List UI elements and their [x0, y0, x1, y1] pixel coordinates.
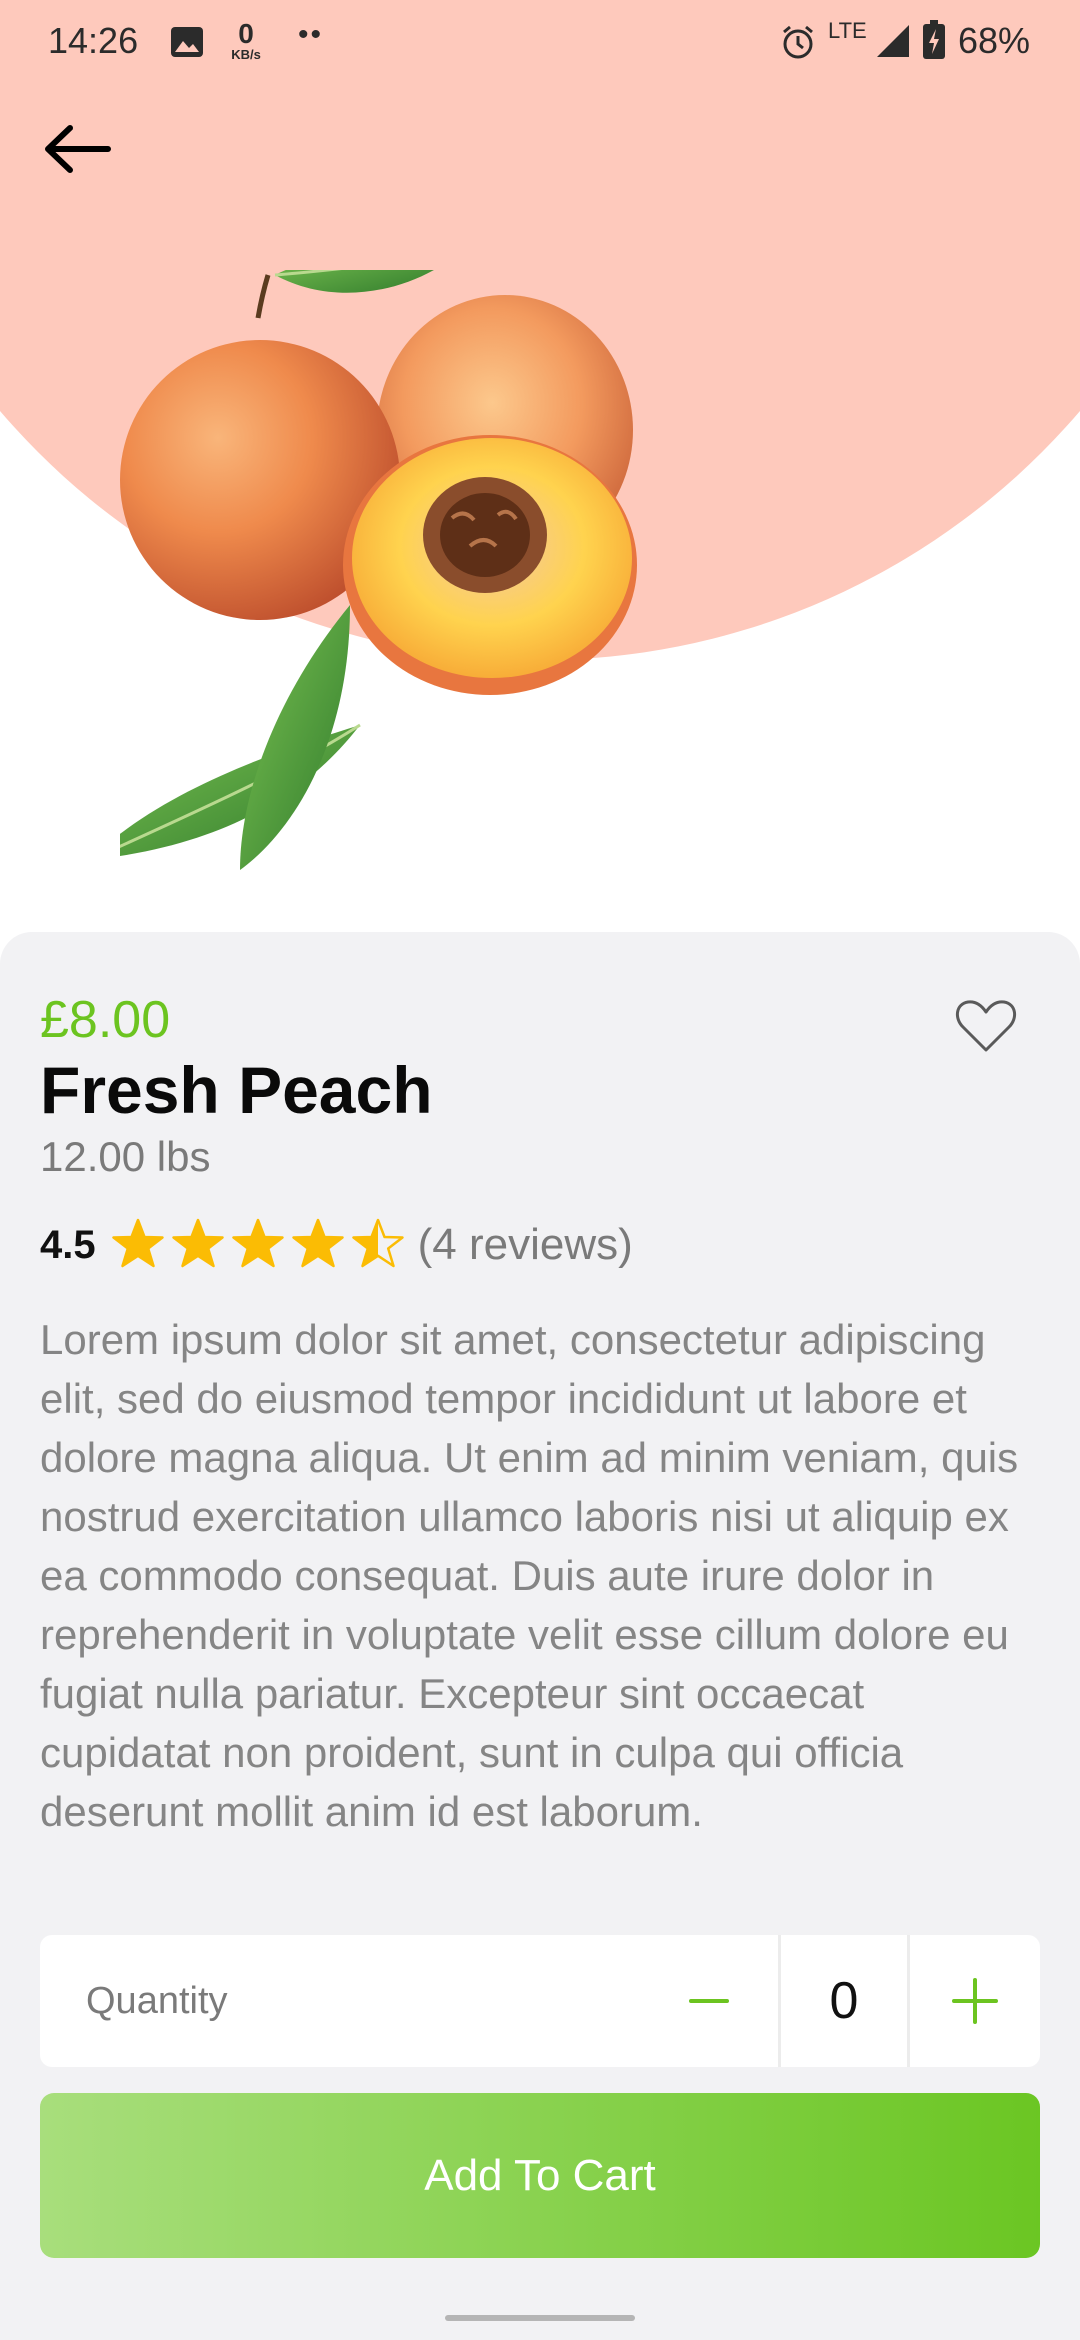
star-icon: [111, 1218, 164, 1268]
product-price: £8.00: [40, 991, 171, 1049]
back-button[interactable]: [38, 115, 118, 185]
net-speed-unit: KB/s: [231, 47, 261, 62]
product-hero: 14:26 0 KB/s •• LTE 68%: [0, 0, 1080, 935]
battery-percent: 68%: [958, 20, 1031, 61]
net-speed-value: 0: [238, 18, 254, 49]
quantity-increase-button[interactable]: [910, 1935, 1040, 2067]
rating-stars: [110, 1217, 406, 1273]
status-time: 14:26: [48, 20, 139, 61]
quantity-value[interactable]: 0: [778, 1935, 910, 2067]
product-description: Lorem ipsum dolor sit amet, consectetur …: [40, 1316, 1019, 1835]
quantity-stepper: Quantity 0: [40, 1935, 1040, 2067]
rating-row: 4.5 (4 reviews): [40, 1215, 633, 1275]
quantity-label: Quantity: [86, 1979, 228, 2022]
product-name: Fresh Peach: [40, 1053, 433, 1127]
image-icon: [171, 27, 203, 57]
alarm-icon: [783, 25, 813, 59]
star-icon: [351, 1218, 404, 1268]
star-icon: [291, 1218, 344, 1268]
minus-icon: [689, 1999, 729, 2003]
star-icon: [231, 1218, 284, 1268]
net-speed: 0 KB/s: [226, 18, 266, 62]
product-weight: 12.00 lbs: [40, 1133, 211, 1180]
star-icon: [171, 1218, 224, 1268]
plus-icon: [952, 1978, 998, 2024]
status-bar: 14:26 0 KB/s •• LTE 68%: [0, 0, 1080, 84]
arrow-left-icon: [45, 125, 111, 173]
signal-icon: [877, 25, 909, 57]
reviews-count[interactable]: (4 reviews): [418, 1220, 633, 1270]
more-dots-icon: ••: [298, 18, 324, 51]
heart-outline-icon: [955, 1000, 1017, 1052]
favorite-button[interactable]: [950, 990, 1022, 1062]
peach-image: [120, 270, 637, 870]
rating-value: 4.5: [40, 1222, 96, 1267]
add-to-cart-button[interactable]: Add To Cart: [40, 2093, 1040, 2258]
quantity-decrease-button[interactable]: [640, 1935, 778, 2067]
network-type: LTE: [828, 18, 867, 43]
battery-charging-icon: [923, 20, 945, 59]
home-indicator[interactable]: [445, 2315, 635, 2321]
